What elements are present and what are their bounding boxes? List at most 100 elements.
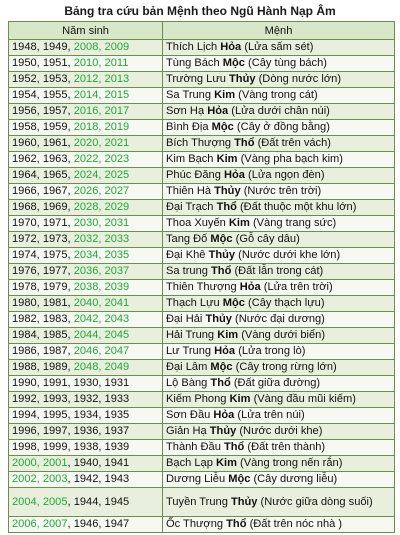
destiny-text: Sa Trung <box>166 89 215 101</box>
destiny-cell: Tuyền Trung Thủy (Nước giữa dòng suối) <box>162 487 395 517</box>
destiny-cell: Tùng Bách Mộc (Cây tùng bách) <box>162 55 395 72</box>
element-name: Hỏa <box>207 105 229 117</box>
element-name: Kim <box>216 153 238 165</box>
destiny-text: Dương Liễu <box>166 473 229 485</box>
destiny-cell: Lộ Bàng Thổ (Đất giữa đường) <box>162 375 395 392</box>
highlighted-years: 2014, 2015 <box>73 89 130 101</box>
element-name: Mộc <box>210 361 233 373</box>
birth-years-cell: 1954, 1955, 2014, 2015 <box>8 87 163 104</box>
destiny-cell: Thạch Lựu Mộc (Cây thạch lựu) <box>162 295 395 312</box>
element-name: Hỏa <box>223 169 245 181</box>
destiny-text: Sơn Đầu <box>166 409 214 421</box>
years: 1994, 1995, 1934, 1935 <box>12 409 130 421</box>
element-name: Thổ <box>210 377 231 389</box>
destiny-cell: Kiếm Phong Kim (Vàng đầu mũi kiếm) <box>162 391 395 408</box>
destiny-text: (Lửa sấm sét) <box>241 41 314 53</box>
birth-years-cell: 2006, 2007, 1946, 1947 <box>8 516 163 533</box>
table-row: 1966, 1967, 2026, 2027 Thiên Hà Thủy (Nướ… <box>8 183 395 200</box>
destiny-text: Kiếm Phong <box>166 393 230 405</box>
years: 1954, 1955, <box>12 89 74 101</box>
destiny-text: Phúc Đăng <box>166 169 224 181</box>
birth-years-cell: 2004, 2005, 1944, 1945 <box>8 487 163 517</box>
highlighted-years: 2042, 2043 <box>73 313 130 325</box>
destiny-text: (Vàng trong cát) <box>235 89 318 101</box>
table-row: 1960, 1961, 2020, 2021 Bích Thượng Thổ (Đ… <box>8 135 395 152</box>
element-name: Kim <box>215 457 237 469</box>
element-name: Hỏa <box>213 409 235 421</box>
destiny-text: (Vàng trang sức) <box>249 217 337 229</box>
highlighted-years: 2038, 2039 <box>73 281 130 293</box>
destiny-text: (Nước dưới khe lớn) <box>235 249 341 261</box>
years: 1972, 1973, <box>12 233 74 245</box>
highlighted-years: 2002, 2003 <box>12 473 68 485</box>
birth-years-cell: 1956, 1957, 2016, 2017 <box>8 103 163 120</box>
destiny-cell: Hải Trung Kim (Vàng dưới biển) <box>162 327 395 344</box>
element-name: Thổ <box>211 265 232 277</box>
destiny-text: (Gỗ cây dâu) <box>232 233 300 245</box>
highlighted-years: 2004, 2005 <box>12 495 68 508</box>
destiny-text: (Cây dương liễu) <box>250 473 338 485</box>
destiny-text: Thiên Thượng <box>166 281 240 293</box>
years: 1958, 1959, <box>12 121 74 133</box>
table-row: 2000, 2001, 1940, 1941 Bạch Lạp Kim (Vàng… <box>8 455 395 472</box>
birth-years-cell: 1968, 1969, 2028, 2029 <box>8 199 163 216</box>
header-birth-year: Năm sinh <box>8 21 163 40</box>
element-name: Mộc <box>228 473 251 485</box>
destiny-text: (Đất thuộc một khu lớn) <box>236 201 357 213</box>
years: 1984, 1985, <box>12 329 74 341</box>
highlighted-years: 2030, 2031 <box>73 217 130 229</box>
destiny-text: (Nước đại dương) <box>231 313 325 325</box>
destiny-text: Thạch Lựu <box>166 297 223 309</box>
birth-years-cell: 1984, 1985, 2044, 2045 <box>8 327 163 344</box>
destiny-text: (Đất trên nóc nhà ) <box>246 518 343 530</box>
highlighted-years: 2048, 2049 <box>73 361 130 373</box>
table-row: 1970, 1971, 2030, 2031 Thoa Xuyến Kim (Và… <box>8 215 395 232</box>
table-body: 1948, 1949, 2008, 2009 Thích Lịch Hỏa (Lử… <box>8 39 395 533</box>
element-name: Mộc <box>211 121 234 133</box>
destiny-text: (Nước giữa dòng suối) <box>257 495 373 508</box>
years: 1992, 1993, 1932, 1933 <box>12 393 130 405</box>
table-row: 1980, 1981, 2040, 2041 Thạch Lựu Mộc (Cây… <box>8 295 395 312</box>
element-name: Kim <box>217 329 239 341</box>
birth-years-cell: 1980, 1981, 2040, 2041 <box>8 295 163 312</box>
birth-years-cell: 1994, 1995, 1934, 1935 <box>8 407 163 424</box>
destiny-text: (Cây ở đồng bằng) <box>233 121 330 133</box>
element-name: Thổ <box>216 201 237 213</box>
years: , 1944, 1945 <box>67 495 130 508</box>
destiny-text: (Dòng nước lớn) <box>255 73 342 85</box>
element-name: Thủy <box>214 185 241 197</box>
destiny-text: Đại Trạch <box>166 201 217 213</box>
birth-years-cell: 1992, 1993, 1932, 1933 <box>8 391 163 408</box>
destiny-text: (Lửa trong lò) <box>235 345 306 357</box>
birth-years-cell: 1988, 1989, 2048, 2049 <box>8 359 163 376</box>
birth-years-cell: 1972, 1973, 2032, 2033 <box>8 231 163 248</box>
table-row: 1948, 1949, 2008, 2009 Thích Lịch Hỏa (Lử… <box>8 39 395 56</box>
destiny-cell: Thiên Thượng Hỏa (Lửa trên trời) <box>162 279 395 296</box>
years: , 1940, 1941 <box>67 457 130 469</box>
destiny-cell: Sa Trung Kim (Vàng trong cát) <box>162 87 395 104</box>
highlighted-years: 2006, 2007 <box>12 518 68 530</box>
destiny-text: (Lửa trên trời) <box>260 281 333 293</box>
destiny-text: Đại Khê <box>166 249 209 261</box>
highlighted-years: 2018, 2019 <box>73 121 130 133</box>
highlighted-years: 2010, 2011 <box>73 57 129 69</box>
birth-years-cell: 1998, 1999, 1938, 1939 <box>8 439 163 456</box>
destiny-cell: Đại Hải Thủy (Nước đại dương) <box>162 311 395 328</box>
table-row: 1984, 1985, 2044, 2045 Hải Trung Kim (Vàn… <box>8 327 395 344</box>
destiny-text: Kim Bạch <box>166 153 217 165</box>
years: 1976, 1977, <box>12 265 74 277</box>
highlighted-years: 2008, 2009 <box>73 41 130 53</box>
destiny-text: (Cây tùng bách) <box>244 57 327 69</box>
highlighted-years: 2028, 2029 <box>73 201 130 213</box>
destiny-text: Lư Trung <box>166 345 215 357</box>
birth-years-cell: 1964, 1965, 2024, 2025 <box>8 167 163 184</box>
years: , 1942, 1943 <box>67 473 130 485</box>
highlighted-years: 2032, 2033 <box>73 233 130 245</box>
destiny-cell: Sơn Đầu Hỏa (Lửa trên núi) <box>162 407 395 424</box>
highlighted-years: 2040, 2041 <box>73 297 130 309</box>
element-name: Thổ <box>226 518 247 530</box>
highlighted-years: 2024, 2025 <box>73 169 130 181</box>
destiny-text: Thích Lịch <box>166 41 221 53</box>
destiny-text: (Nước dưới khe) <box>236 425 323 437</box>
destiny-cell: Đại Trạch Thổ (Đất thuộc một khu lớn) <box>162 199 395 216</box>
